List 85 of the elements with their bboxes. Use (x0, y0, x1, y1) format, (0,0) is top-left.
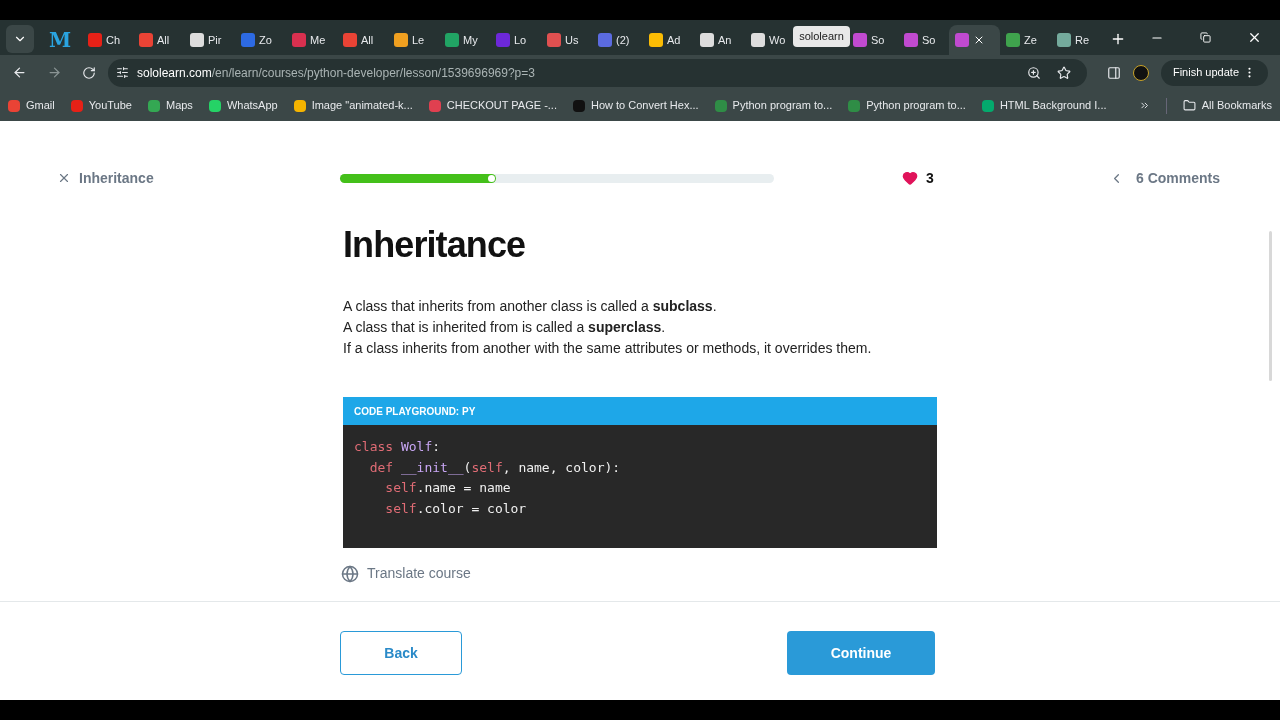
bookmark-item[interactable]: YouTube (70, 97, 132, 114)
tab-search-button[interactable] (6, 25, 34, 53)
bookmark-item[interactable]: Python program to... (848, 97, 966, 114)
globe-icon (341, 564, 359, 583)
bookmark-item[interactable]: WhatsApp (208, 97, 278, 114)
lesson-text: If a class inherits from another with the same attributes or methods, it overrides them. (343, 339, 873, 358)
bookmark-item[interactable]: Image "animated-k... (293, 97, 413, 114)
browser-tab[interactable]: Zo (235, 25, 286, 55)
browser-tab[interactable]: Ze (1000, 25, 1051, 55)
tab-title: All (157, 32, 170, 48)
back-button[interactable]: Back (340, 631, 462, 675)
tab-title: My (463, 32, 478, 48)
all-bookmarks-item[interactable]: All Bookmarks (1182, 97, 1272, 114)
browser-tab[interactable]: All (337, 25, 388, 55)
tab-title: Me (310, 32, 326, 48)
code-line: def __init__(self, name, color): (368, 458, 622, 477)
tab-title: Re (1075, 32, 1090, 48)
browser-tab[interactable]: Ch (82, 25, 133, 55)
code-playground-header: CODE PLAYGROUND: PY (343, 397, 937, 425)
browser-tab[interactable]: My (439, 25, 490, 55)
tab-title: Us (565, 32, 579, 48)
profile-avatar[interactable] (1132, 64, 1149, 81)
code-line: self.name = name (384, 479, 512, 497)
browser-tab[interactable]: (2) (592, 25, 643, 55)
browser-tab[interactable]: Lo (490, 25, 541, 55)
zoom-icon[interactable] (1026, 65, 1041, 80)
bookmark-item[interactable]: Gmail (8, 97, 55, 114)
browser-tab[interactable]: Le (388, 25, 439, 55)
side-panel-icon[interactable] (1106, 65, 1121, 80)
tab-title: (2) (616, 32, 630, 48)
tab-title: Wo (769, 32, 786, 48)
tab-title: So (922, 32, 936, 48)
tab-title: An (718, 32, 732, 48)
restore-icon[interactable] (1200, 32, 1211, 43)
back-icon[interactable] (12, 65, 27, 80)
tab-title: Ad (667, 32, 681, 48)
tab-title: Pir (208, 32, 222, 48)
lesson-text: A class that inherits from another class is called a subclass. (343, 297, 718, 316)
lesson-title: Inheritance (343, 227, 527, 263)
browser-tab[interactable]: So (898, 25, 949, 55)
heart-icon (902, 170, 918, 186)
browser-tab[interactable]: M (38, 25, 82, 55)
code-line: class Wolf: (354, 438, 442, 456)
comments-link[interactable]: 6 Comments (1108, 167, 1220, 189)
browser-tab[interactable]: Re (1051, 25, 1102, 55)
browser-tab[interactable]: So (847, 25, 898, 55)
translate-link[interactable]: Translate course (341, 563, 471, 584)
close-icon[interactable] (1247, 30, 1262, 45)
browser-tab[interactable]: Wo (745, 25, 796, 55)
bookmark-item[interactable]: HTML Background I... (981, 97, 1107, 114)
address-bar[interactable]: sololearn.com/en/learn/courses/python-developer/lesson/1539696969?p=3 (108, 58, 1087, 87)
url-text: sololearn.com/en/learn/courses/python-developer/lesson/1539696969?p=3 (137, 64, 535, 82)
bookmark-item[interactable]: How to Convert Hex... (573, 97, 699, 114)
hearts-count: 3 (926, 168, 934, 188)
bookmark-item[interactable]: Maps (147, 97, 193, 114)
logo-icon: M (48, 30, 72, 50)
bookmark-item[interactable]: Python program to... (714, 97, 833, 114)
finish-update-button[interactable]: Finish update (1160, 59, 1268, 86)
tab-title: Lo (514, 32, 527, 48)
tab-title: Zo (259, 32, 272, 48)
browser-tab[interactable]: Us (541, 25, 592, 55)
new-tab-icon[interactable] (1110, 31, 1126, 47)
folder-icon (1182, 99, 1196, 112)
tooltip: sololearn (793, 26, 850, 47)
bookmark-item[interactable]: CHECKOUT PAGE -... (428, 97, 557, 114)
forward-icon[interactable] (47, 65, 62, 80)
code-line: self.color = color (384, 499, 528, 518)
close-icon[interactable] (973, 34, 985, 46)
browser-tab[interactable]: Pir (184, 25, 235, 55)
lesson-text: A class that is inherited from is called a superclass. (343, 318, 667, 337)
tab-title: Ch (106, 32, 121, 48)
progress-thumb (488, 174, 496, 182)
bookmark-star-icon[interactable] (1056, 65, 1071, 80)
close-lesson-link[interactable]: Inheritance (57, 167, 340, 189)
tab-title: Le (412, 32, 425, 48)
browser-tab[interactable]: All (133, 25, 184, 55)
tab-title: So (871, 32, 885, 48)
browser-tab[interactable]: Me (286, 25, 337, 55)
site-info-icon[interactable] (116, 66, 129, 79)
browser-tab[interactable]: Ad (643, 25, 694, 55)
tab-title: All (361, 32, 374, 48)
close-icon (57, 171, 71, 185)
browser-tab[interactable]: An (694, 25, 745, 55)
reload-icon[interactable] (82, 65, 96, 80)
tab-title: Ze (1024, 32, 1037, 48)
